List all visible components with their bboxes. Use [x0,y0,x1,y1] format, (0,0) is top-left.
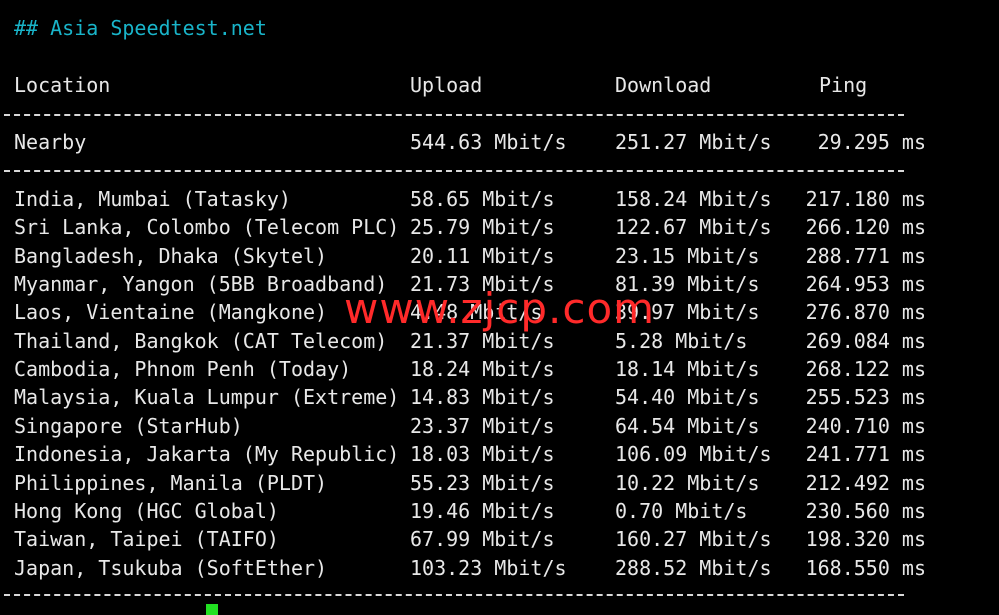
row-upload: 55.23 Mbit/s [410,470,555,495]
row-location: India, Mumbai (Tatasky) [14,187,291,211]
table-row: Malaysia, Kuala Lumpur (Extreme) 14.83 Mb… [14,383,974,411]
row-download: 0.70 Mbit/s [615,498,748,523]
row-download: 5.28 Mbit/s [615,328,748,353]
nearby-location: Nearby [14,130,87,154]
row-ping: 168.550 ms [805,555,926,580]
row-location: Taiwan, Taipei (TAIFO) [14,527,279,552]
table-row: Bangladesh, Dhaka (Skytel) 20.11 Mbit/s 23… [14,242,974,270]
table-header: Location Upload Download Ping [14,71,974,99]
row-ping: 230.560 ms [805,498,926,523]
row-ping: 255.523 ms [805,385,926,410]
table-row: Japan, Tsukuba (SoftEther) 103.23 Mbit/s 2… [14,554,974,582]
table-row: Thailand, Bangkok (CAT Telecom) 21.37 Mbi… [14,327,974,355]
table-row: Indonesia, Jakarta (My Republic) 18.03 Mb… [14,440,974,468]
row-upload: 14.83 Mbit/s [410,385,555,410]
row-download: 64.54 Mbit/s [615,413,760,438]
row-ping: 276.870 ms [805,300,926,325]
row-upload: 21.37 Mbit/s [410,328,555,353]
table-row: India, Mumbai (Tatasky) 58.65 Mbit/s 158.2… [14,185,974,213]
row-location: Malaysia, Kuala Lumpur (Extreme) [14,385,400,410]
table-row: Laos, Vientaine (Mangkone) 4.48 Mbit/s 39.… [14,298,974,326]
row-upload: 20.11 Mbit/s [410,243,555,268]
nearby-ping: 29.295 ms [817,130,926,154]
table-row: Myanmar, Yangon (5BB Broadband) 21.73 Mbi… [14,270,974,298]
table-row: Taiwan, Taipei (TAIFO) 67.99 Mbit/s 160.27… [14,525,974,553]
row-download: 54.40 Mbit/s [615,385,760,410]
section-heading: ## Asia Speedtest.net [14,16,267,40]
row-ping: 240.710 ms [805,413,926,438]
table-row: Hong Kong (HGC Global) 19.46 Mbit/s 0.70 M… [14,497,974,525]
nearby-row: Nearby 544.63 Mbit/s 251.27 Mbit/s 29.29… [14,128,974,156]
row-ping: 241.771 ms [805,442,926,467]
separator-line [4,114,904,116]
row-location: Laos, Vientaine (Mangkone) [14,300,328,325]
terminal-cursor [206,604,218,615]
row-location: Singapore (StarHub) [14,413,243,438]
row-upload: 21.73 Mbit/s [410,272,555,297]
row-ping: 212.492 ms [805,470,926,495]
table-row: Singapore (StarHub) 23.37 Mbit/s 64.54 Mbi… [14,412,974,440]
row-download: 18.14 Mbit/s [615,357,760,382]
column-header-location: Location [14,73,111,97]
row-location: Myanmar, Yangon (5BB Broadband) [14,272,388,297]
row-location: Sri Lanka, Colombo (Telecom PLC) [14,215,400,240]
table-row: Sri Lanka, Colombo (Telecom PLC) 25.79 Mb… [14,213,974,241]
row-upload: 25.79 Mbit/s [410,215,555,240]
nearby-upload: 544.63 Mbit/s [410,130,567,154]
row-download: 81.39 Mbit/s [615,272,760,297]
row-ping: 264.953 ms [805,272,926,297]
row-location: Thailand, Bangkok (CAT Telecom) [14,328,388,353]
row-upload: 23.37 Mbit/s [410,413,555,438]
row-ping: 198.320 ms [805,527,926,552]
row-upload: 58.65 Mbit/s [410,187,555,211]
row-download: 23.15 Mbit/s [615,243,760,268]
row-location: Hong Kong (HGC Global) [14,498,279,523]
row-download: 10.22 Mbit/s [615,470,760,495]
row-ping: 269.084 ms [805,328,926,353]
row-location: Indonesia, Jakarta (My Republic) [14,442,400,467]
terminal-window[interactable]: ## Asia Speedtest.net Location Upload Do… [0,0,999,615]
separator-line [4,594,904,596]
row-upload: 18.24 Mbit/s [410,357,555,382]
row-upload: 18.03 Mbit/s [410,442,555,467]
row-upload: 67.99 Mbit/s [410,527,555,552]
row-upload: 19.46 Mbit/s [410,498,555,523]
table-row: Philippines, Manila (PLDT) 55.23 Mbit/s 10… [14,469,974,497]
column-header-download: Download [615,73,712,97]
row-ping: 288.771 ms [805,243,926,268]
column-header-ping: Ping [819,73,868,97]
row-location: Cambodia, Phnom Penh (Today) [14,357,352,382]
row-ping: 268.122 ms [805,357,926,382]
row-ping: 217.180 ms [805,187,926,211]
row-ping: 266.120 ms [805,215,926,240]
row-location: Bangladesh, Dhaka (Skytel) [14,243,328,268]
column-header-upload: Upload [410,73,483,97]
row-upload: 4.48 Mbit/s [410,300,543,325]
table-row: Cambodia, Phnom Penh (Today) 18.24 Mbit/s… [14,355,974,383]
row-location: Philippines, Manila (PLDT) [14,470,328,495]
row-download: 39.97 Mbit/s [615,300,760,325]
row-location: Japan, Tsukuba (SoftEther) [14,555,328,580]
row-upload: 103.23 Mbit/s [410,555,567,580]
separator-line [4,170,904,172]
